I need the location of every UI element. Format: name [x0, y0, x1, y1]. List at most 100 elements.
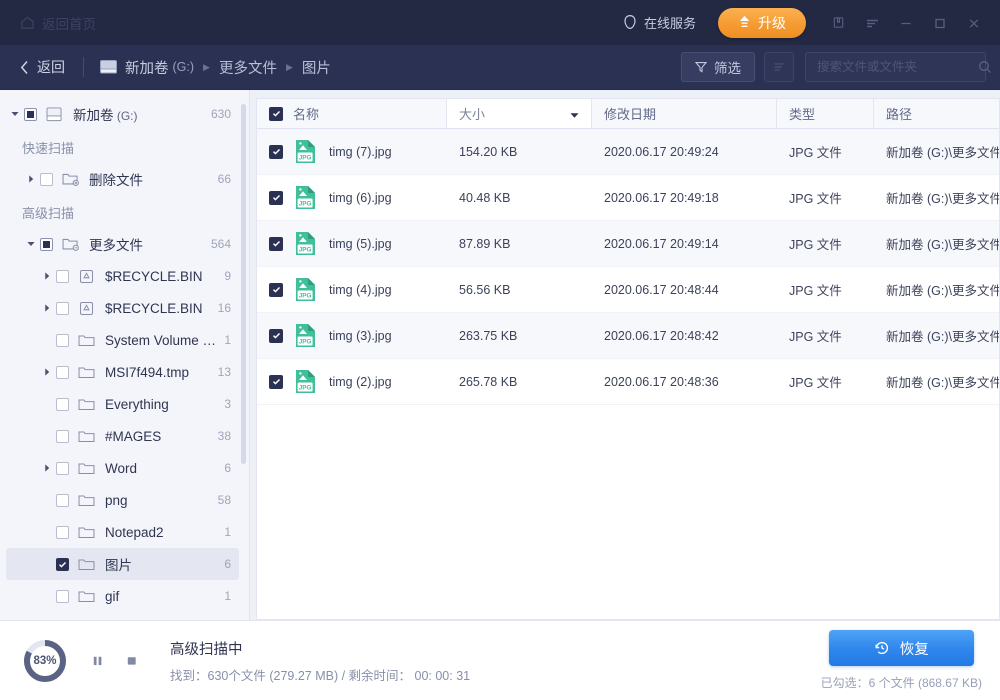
column-header-date[interactable]: 修改日期 [592, 99, 777, 128]
breadcrumb-item-drive[interactable]: 新加卷 (G:) [100, 57, 194, 78]
cell-path: 新加卷 (G:)\更多文件... [874, 234, 999, 253]
tree-checkbox[interactable] [56, 462, 69, 475]
tree-checkbox[interactable] [56, 366, 69, 379]
tree-checkbox[interactable] [56, 494, 69, 507]
sidebar-item-count: 630 [211, 107, 231, 121]
row-checkbox[interactable] [269, 329, 283, 343]
sidebar-item-word[interactable]: Word6 [6, 452, 239, 484]
sidebar-item-systemvolumeinf[interactable]: System Volume Inf...1 [6, 324, 239, 356]
chevron-right-icon[interactable] [38, 272, 56, 280]
main-body: 新加卷 (G:)630快速扫描删除文件66高级扫描更多文件564$RECYCLE… [0, 90, 1000, 620]
table-row[interactable]: JPGtimg (4).jpg56.56 KB2020.06.17 20:48:… [257, 267, 999, 313]
sidebar-item-msi7f494tmp[interactable]: MSI7f494.tmp13 [6, 356, 239, 388]
sidebar-scrollbar[interactable] [241, 104, 246, 464]
file-name: timg (7).jpg [329, 145, 392, 159]
scan-status-detail: 找到：630个文件 (279.27 MB) / 剩余时间： 00: 00: 31 [170, 665, 470, 684]
home-button[interactable]: 返回首页 [14, 9, 102, 37]
pause-icon[interactable] [84, 648, 110, 674]
nav-divider [83, 57, 84, 77]
svg-text:JPG: JPG [299, 247, 312, 254]
sidebar-item-count: 38 [218, 429, 231, 443]
sidebar-item-recyclebin[interactable]: $RECYCLE.BIN16 [6, 292, 239, 324]
app-window: 返回首页 在线服务 升级 [0, 0, 1000, 700]
sidebar-item-[interactable]: 图片6 [6, 548, 239, 580]
table-row[interactable]: JPGtimg (2).jpg265.78 KB2020.06.17 20:48… [257, 359, 999, 405]
sidebar-item-notepad2[interactable]: Notepad21 [6, 516, 239, 548]
book-icon[interactable] [822, 8, 854, 38]
tree-checkbox[interactable] [56, 334, 69, 347]
filter-button[interactable]: 筛选 [681, 52, 755, 82]
sidebar-item-[interactable]: 更多文件564 [6, 228, 239, 260]
tree-checkbox[interactable] [56, 302, 69, 315]
sidebar-item-jpg[interactable]: jpg39 [6, 612, 239, 620]
maximize-icon[interactable] [924, 8, 956, 38]
chevron-right-icon[interactable] [38, 304, 56, 312]
sidebar-item-count: 1 [224, 589, 231, 603]
table-row[interactable]: JPGtimg (6).jpg40.48 KB2020.06.17 20:49:… [257, 175, 999, 221]
tree-checkbox[interactable] [56, 558, 69, 571]
search-box[interactable] [805, 52, 986, 82]
tree-checkbox[interactable] [40, 238, 53, 251]
svg-text:JPG: JPG [299, 339, 312, 346]
chevron-down-icon[interactable] [6, 110, 24, 118]
sidebar-item-label: gif [105, 589, 216, 604]
search-input[interactable] [817, 60, 978, 74]
table-row[interactable]: JPGtimg (3).jpg263.75 KB2020.06.17 20:48… [257, 313, 999, 359]
close-icon[interactable] [958, 8, 990, 38]
recover-button[interactable]: 恢复 [829, 630, 974, 666]
cell-path: 新加卷 (G:)\更多文件... [874, 188, 999, 207]
sidebar-item-png[interactable]: png58 [6, 484, 239, 516]
row-checkbox[interactable] [269, 283, 283, 297]
cell-name: JPGtimg (5).jpg [257, 231, 447, 256]
chevron-down-icon[interactable] [22, 240, 40, 248]
sidebar-item-label: Word [105, 461, 216, 476]
stop-icon[interactable] [118, 648, 144, 674]
sidebar-item-mages[interactable]: #MAGES38 [6, 420, 239, 452]
row-checkbox[interactable] [269, 191, 283, 205]
chevron-right-icon[interactable] [22, 175, 40, 183]
tree-checkbox[interactable] [40, 173, 53, 186]
tree-checkbox[interactable] [56, 430, 69, 443]
sort-descending-icon[interactable] [570, 106, 579, 121]
column-header-type[interactable]: 类型 [777, 99, 874, 128]
chevron-right-icon[interactable] [38, 368, 56, 376]
folder-icon [77, 460, 96, 477]
row-checkbox[interactable] [269, 145, 283, 159]
column-header-path[interactable]: 路径 [874, 99, 999, 128]
upgrade-button[interactable]: 升级 [718, 8, 806, 38]
search-icon[interactable] [978, 60, 992, 74]
list-view-icon[interactable] [764, 52, 794, 82]
tree-checkbox[interactable] [56, 526, 69, 539]
sidebar-item-[interactable]: 新加卷 (G:)630 [6, 98, 239, 130]
online-service-button[interactable]: 在线服务 [614, 9, 704, 36]
breadcrumb-suffix-0: (G:) [173, 60, 195, 74]
table-row[interactable]: JPGtimg (7).jpg154.20 KB2020.06.17 20:49… [257, 129, 999, 175]
cell-type: JPG 文件 [777, 280, 874, 299]
tree-checkbox[interactable] [24, 108, 37, 121]
sidebar-item-[interactable]: 删除文件66 [6, 163, 239, 195]
minimize-icon[interactable] [890, 8, 922, 38]
sidebar-item-label: System Volume Inf... [105, 333, 216, 348]
select-all-checkbox[interactable] [269, 107, 283, 121]
sidebar-item-everything[interactable]: Everything3 [6, 388, 239, 420]
sidebar-item-gif[interactable]: gif 1 [6, 580, 239, 612]
breadcrumb-item-folder[interactable]: 更多文件 [219, 57, 277, 78]
cell-name: JPGtimg (6).jpg [257, 185, 447, 210]
file-name: timg (3).jpg [329, 329, 392, 343]
sidebar-item-recyclebin[interactable]: $RECYCLE.BIN9 [6, 260, 239, 292]
table-row[interactable]: JPGtimg (5).jpg87.89 KB2020.06.17 20:49:… [257, 221, 999, 267]
row-checkbox[interactable] [269, 375, 283, 389]
svg-text:JPG: JPG [299, 201, 312, 208]
column-header-size[interactable]: 大小 [447, 99, 592, 128]
menu-icon[interactable] [856, 8, 888, 38]
tree-checkbox[interactable] [56, 590, 69, 603]
row-checkbox[interactable] [269, 237, 283, 251]
folder-tree: 新加卷 (G:)630快速扫描删除文件66高级扫描更多文件564$RECYCLE… [0, 98, 249, 620]
tree-checkbox[interactable] [56, 270, 69, 283]
breadcrumb-item-current[interactable]: 图片 [302, 57, 331, 78]
back-button[interactable]: 返回 [16, 54, 69, 80]
tree-checkbox[interactable] [56, 398, 69, 411]
online-service-label: 在线服务 [644, 13, 696, 32]
chevron-right-icon[interactable] [38, 464, 56, 472]
column-header-name[interactable]: 名称 [257, 99, 447, 128]
